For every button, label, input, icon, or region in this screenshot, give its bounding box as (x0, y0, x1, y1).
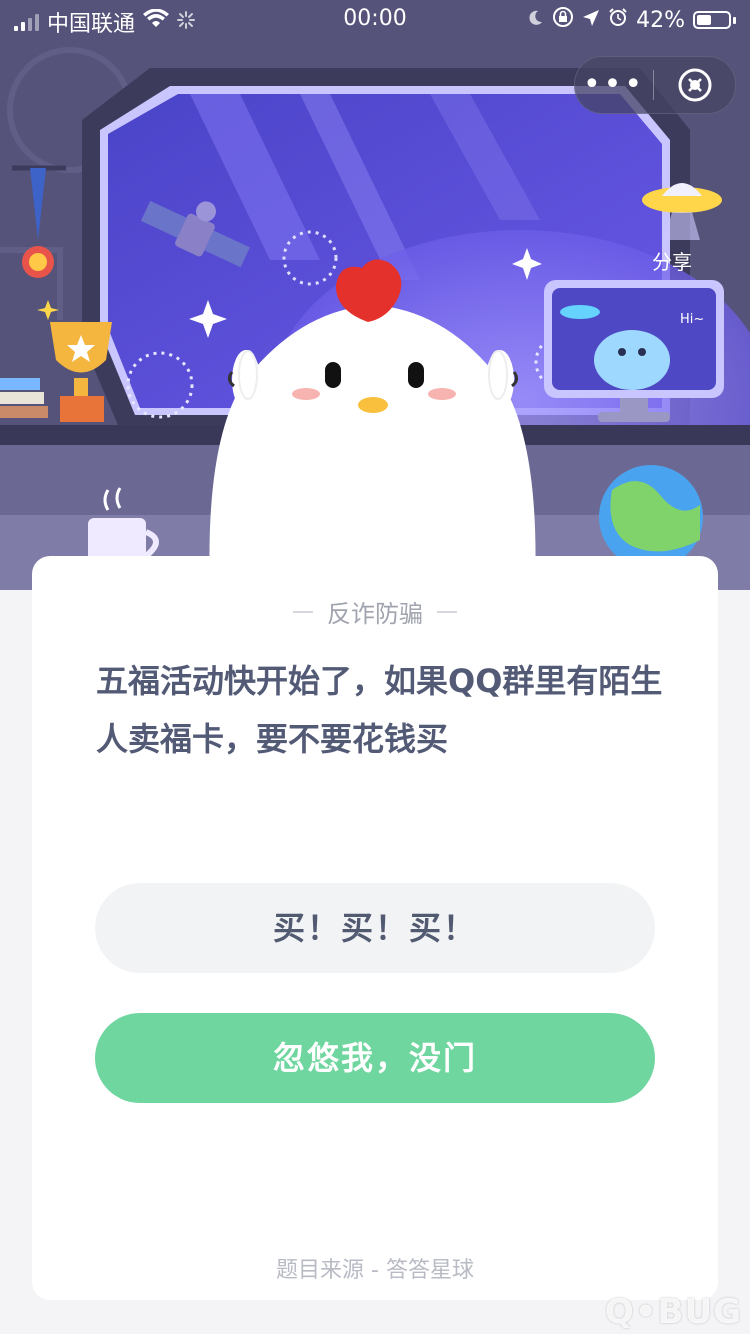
moon-icon (526, 8, 544, 33)
close-button[interactable] (654, 66, 735, 104)
answer-option-b[interactable]: 忽悠我，没门 (95, 1013, 655, 1103)
orientation-lock-icon (552, 6, 574, 34)
site-watermark-logo: Q•BUG (604, 1292, 742, 1332)
close-icon (678, 68, 711, 102)
quiz-category: 反诈防骗 (32, 594, 718, 629)
status-bar: 中国联通 00:00 42% (0, 0, 750, 40)
quiz-category-label: 反诈防骗 (327, 600, 423, 628)
location-icon (582, 8, 600, 33)
quiz-question: 五福活动快开始了，如果QQ群里有陌生人卖福卡，要不要花钱买 (96, 662, 663, 758)
title-dash-left (293, 610, 313, 613)
alarm-icon (608, 7, 628, 33)
miniprogram-capsule: ••• (574, 56, 736, 114)
share-label: 分享 (652, 250, 692, 274)
battery-percent: 42% (636, 7, 685, 33)
quiz-card: 反诈防骗 五福活动快开始了，如果QQ群里有陌生人卖福卡，要不要花钱买 买！买！买… (32, 556, 718, 1300)
speech-bubble-text: Hi~ (680, 312, 705, 327)
battery-icon (693, 11, 731, 29)
answer-option-a[interactable]: 买！买！买！ (95, 883, 655, 973)
title-dash-right (437, 610, 457, 613)
more-options-button[interactable]: ••• (575, 57, 653, 113)
question-source: 题目来源 - 答答星球 (276, 1258, 474, 1283)
